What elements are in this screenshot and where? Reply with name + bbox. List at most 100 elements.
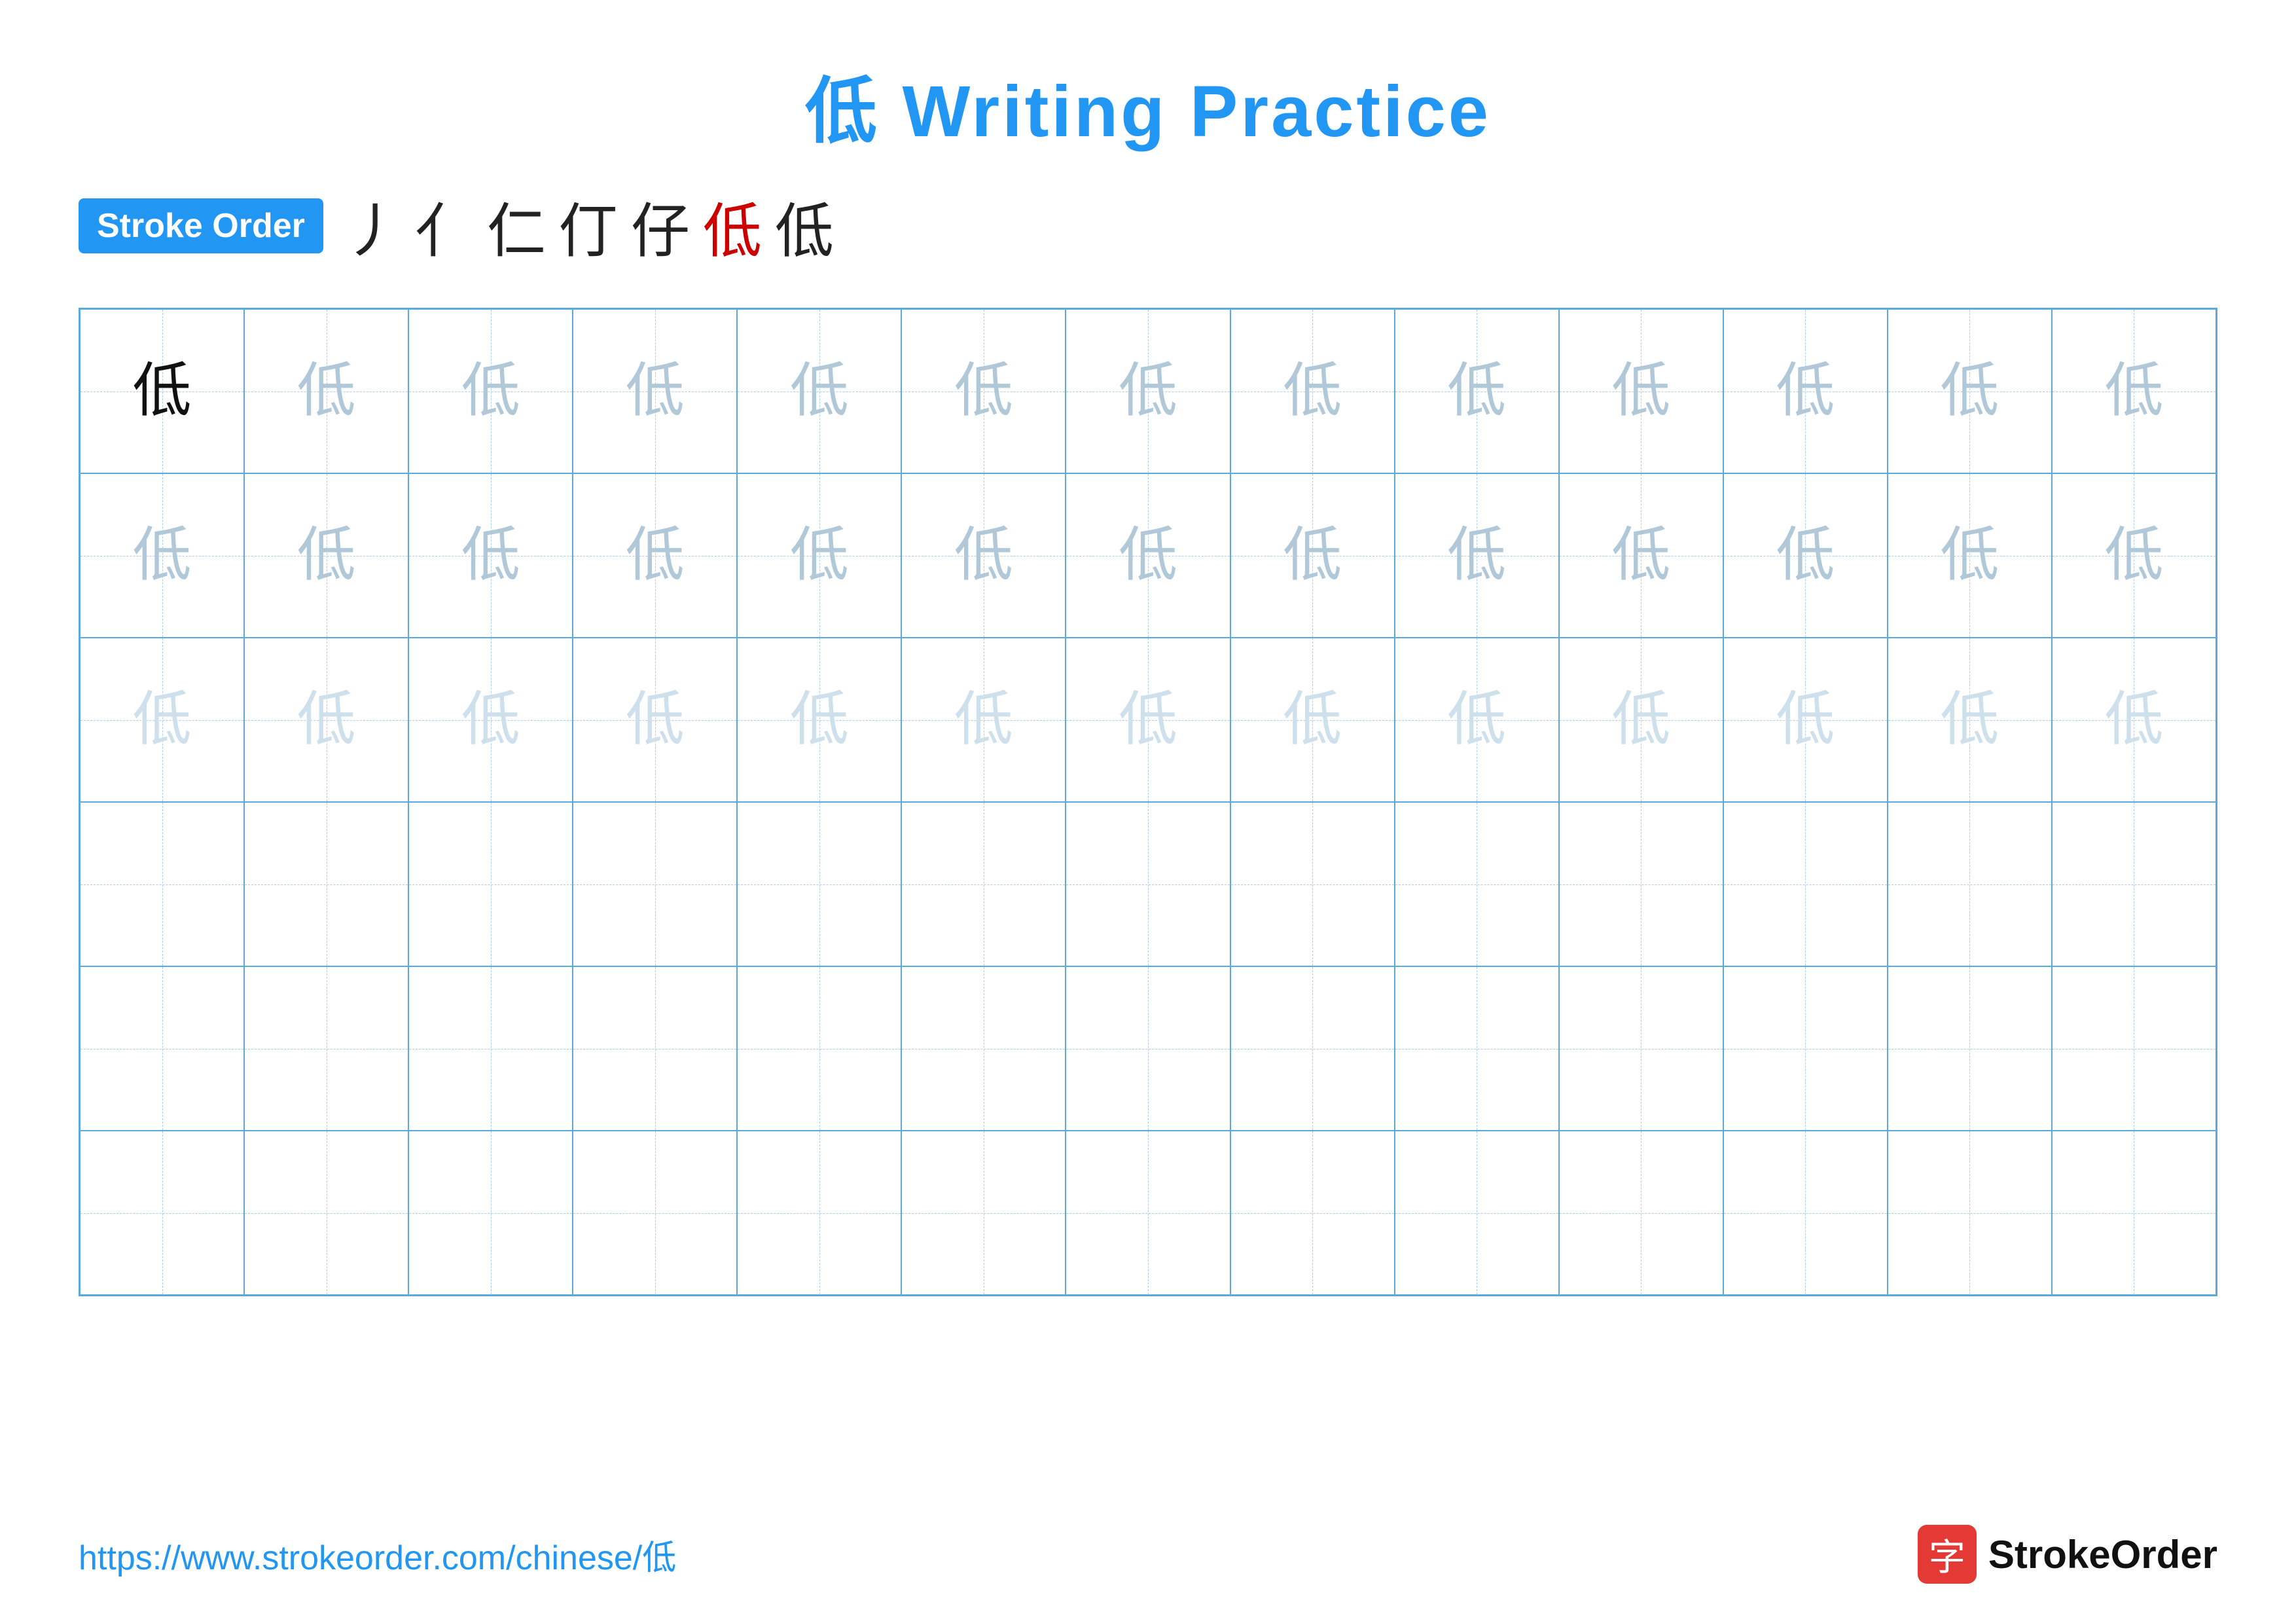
grid-cell-0-12[interactable]: 低 [2052,309,2216,473]
grid-cell-0-0[interactable]: 低 [80,309,244,473]
grid-cell-4-11[interactable] [1888,966,2052,1131]
cell-char-1-7: 低 [1283,526,1342,585]
grid-cell-3-6[interactable] [1066,802,1230,966]
brand-icon: 字 [1918,1525,1977,1584]
grid-cell-4-4[interactable] [737,966,901,1131]
grid-cell-2-0[interactable]: 低 [80,638,244,802]
grid-cell-3-2[interactable] [408,802,573,966]
grid-cell-2-5[interactable]: 低 [901,638,1066,802]
cell-char-2-11: 低 [1940,691,1999,750]
grid-cell-0-10[interactable]: 低 [1723,309,1888,473]
grid-cell-5-8[interactable] [1395,1131,1559,1295]
grid-cell-4-0[interactable] [80,966,244,1131]
grid-cell-1-11[interactable]: 低 [1888,473,2052,638]
grid-cell-3-4[interactable] [737,802,901,966]
grid-cell-4-8[interactable] [1395,966,1559,1131]
cell-char-2-7: 低 [1283,691,1342,750]
footer-url[interactable]: https://www.strokeorder.com/chinese/低 [79,1530,676,1579]
cell-char-1-8: 低 [1447,526,1506,585]
grid-cell-0-1[interactable]: 低 [244,309,408,473]
cell-char-2-12: 低 [2104,691,2163,750]
cell-char-1-6: 低 [1119,526,1177,585]
grid-cell-5-1[interactable] [244,1131,408,1295]
grid-cell-5-11[interactable] [1888,1131,2052,1295]
grid-cell-2-3[interactable]: 低 [573,638,737,802]
grid-cell-4-3[interactable] [573,966,737,1131]
grid-cell-3-1[interactable] [244,802,408,966]
grid-cell-3-9[interactable] [1559,802,1723,966]
grid-cell-1-1[interactable]: 低 [244,473,408,638]
grid-cell-1-5[interactable]: 低 [901,473,1066,638]
cell-char-0-7: 低 [1283,362,1342,421]
grid-cell-1-4[interactable]: 低 [737,473,901,638]
cell-char-1-10: 低 [1776,526,1835,585]
grid-cell-0-8[interactable]: 低 [1395,309,1559,473]
grid-cell-3-10[interactable] [1723,802,1888,966]
grid-cell-2-1[interactable]: 低 [244,638,408,802]
grid-cell-5-0[interactable] [80,1131,244,1295]
grid-cell-5-4[interactable] [737,1131,901,1295]
practice-grid: 低低低低低低低低低低低低低低低低低低低低低低低低低低低低低低低低低低低低低低低 [79,308,2217,1296]
stroke-char-4: 仔 [631,183,690,268]
grid-cell-1-0[interactable]: 低 [80,473,244,638]
grid-cell-1-12[interactable]: 低 [2052,473,2216,638]
grid-cell-5-10[interactable] [1723,1131,1888,1295]
cell-char-0-1: 低 [297,362,356,421]
grid-cell-5-12[interactable] [2052,1131,2216,1295]
grid-cell-3-3[interactable] [573,802,737,966]
grid-cell-0-6[interactable]: 低 [1066,309,1230,473]
grid-cell-1-10[interactable]: 低 [1723,473,1888,638]
cell-char-2-1: 低 [297,691,356,750]
grid-cell-4-6[interactable] [1066,966,1230,1131]
grid-cell-4-10[interactable] [1723,966,1888,1131]
grid-cell-5-6[interactable] [1066,1131,1230,1295]
grid-cell-4-5[interactable] [901,966,1066,1131]
grid-cell-1-3[interactable]: 低 [573,473,737,638]
grid-cell-1-6[interactable]: 低 [1066,473,1230,638]
stroke-char-3: 仃 [559,183,618,268]
grid-cell-2-7[interactable]: 低 [1230,638,1395,802]
brand-name: StrokeOrder [1988,1532,2217,1577]
grid-cell-0-3[interactable]: 低 [573,309,737,473]
grid-cell-0-2[interactable]: 低 [408,309,573,473]
grid-cell-5-7[interactable] [1230,1131,1395,1295]
grid-cell-1-9[interactable]: 低 [1559,473,1723,638]
cell-char-1-3: 低 [626,526,685,585]
grid-cell-5-9[interactable] [1559,1131,1723,1295]
grid-cell-3-11[interactable] [1888,802,2052,966]
cell-char-0-9: 低 [1611,362,1670,421]
grid-cell-3-7[interactable] [1230,802,1395,966]
grid-cell-4-9[interactable] [1559,966,1723,1131]
grid-cell-0-9[interactable]: 低 [1559,309,1723,473]
grid-cell-4-2[interactable] [408,966,573,1131]
cell-char-2-3: 低 [626,691,685,750]
grid-cell-4-12[interactable] [2052,966,2216,1131]
grid-cell-2-6[interactable]: 低 [1066,638,1230,802]
grid-cell-0-4[interactable]: 低 [737,309,901,473]
grid-cell-3-12[interactable] [2052,802,2216,966]
grid-cell-4-7[interactable] [1230,966,1395,1131]
grid-cell-2-11[interactable]: 低 [1888,638,2052,802]
grid-cell-1-2[interactable]: 低 [408,473,573,638]
grid-cell-5-5[interactable] [901,1131,1066,1295]
grid-cell-2-4[interactable]: 低 [737,638,901,802]
grid-cell-2-2[interactable]: 低 [408,638,573,802]
grid-cell-1-7[interactable]: 低 [1230,473,1395,638]
grid-cell-2-12[interactable]: 低 [2052,638,2216,802]
grid-cell-0-5[interactable]: 低 [901,309,1066,473]
cell-char-0-10: 低 [1776,362,1835,421]
grid-cell-3-8[interactable] [1395,802,1559,966]
grid-cell-2-10[interactable]: 低 [1723,638,1888,802]
grid-cell-5-2[interactable] [408,1131,573,1295]
stroke-sequence: 丿亻仁仃仔低低 [343,183,834,268]
grid-cell-3-0[interactable] [80,802,244,966]
cell-char-0-8: 低 [1447,362,1506,421]
grid-cell-3-5[interactable] [901,802,1066,966]
grid-cell-2-8[interactable]: 低 [1395,638,1559,802]
grid-cell-0-7[interactable]: 低 [1230,309,1395,473]
grid-cell-5-3[interactable] [573,1131,737,1295]
grid-cell-2-9[interactable]: 低 [1559,638,1723,802]
grid-cell-0-11[interactable]: 低 [1888,309,2052,473]
grid-cell-1-8[interactable]: 低 [1395,473,1559,638]
grid-cell-4-1[interactable] [244,966,408,1131]
